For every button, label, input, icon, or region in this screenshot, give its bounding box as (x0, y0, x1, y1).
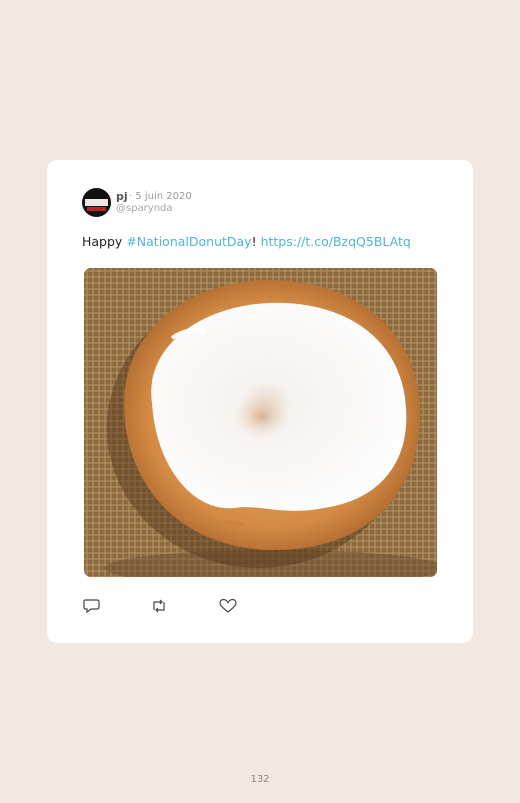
avatar-logo-band (85, 199, 108, 206)
hashtag-link[interactable]: #NationalDonutDay (126, 234, 251, 249)
tweet-text-mid: ! (251, 234, 261, 249)
retweet-icon[interactable] (150, 598, 168, 614)
reply-icon[interactable] (83, 598, 101, 614)
page-number: 132 (250, 774, 270, 785)
avatar[interactable] (82, 188, 111, 217)
avatar-logo-stripe (87, 207, 106, 211)
tweet-card: pj · 5 juin 2020 @sparynda Happy #Nation… (47, 160, 473, 643)
url-link[interactable]: https://t.co/BzqQ5BLAtq (261, 234, 411, 249)
tweet-date: · 5 juin 2020 (129, 191, 192, 202)
heart-icon[interactable] (219, 598, 237, 614)
author-name[interactable]: pj (116, 190, 128, 203)
tweet-text: Happy #NationalDonutDay! https://t.co/Bz… (82, 234, 411, 249)
donut-image (84, 268, 437, 577)
author-handle[interactable]: @sparynda (116, 203, 173, 214)
tweet-text-prefix: Happy (82, 234, 127, 249)
tweet-image[interactable] (84, 268, 437, 577)
